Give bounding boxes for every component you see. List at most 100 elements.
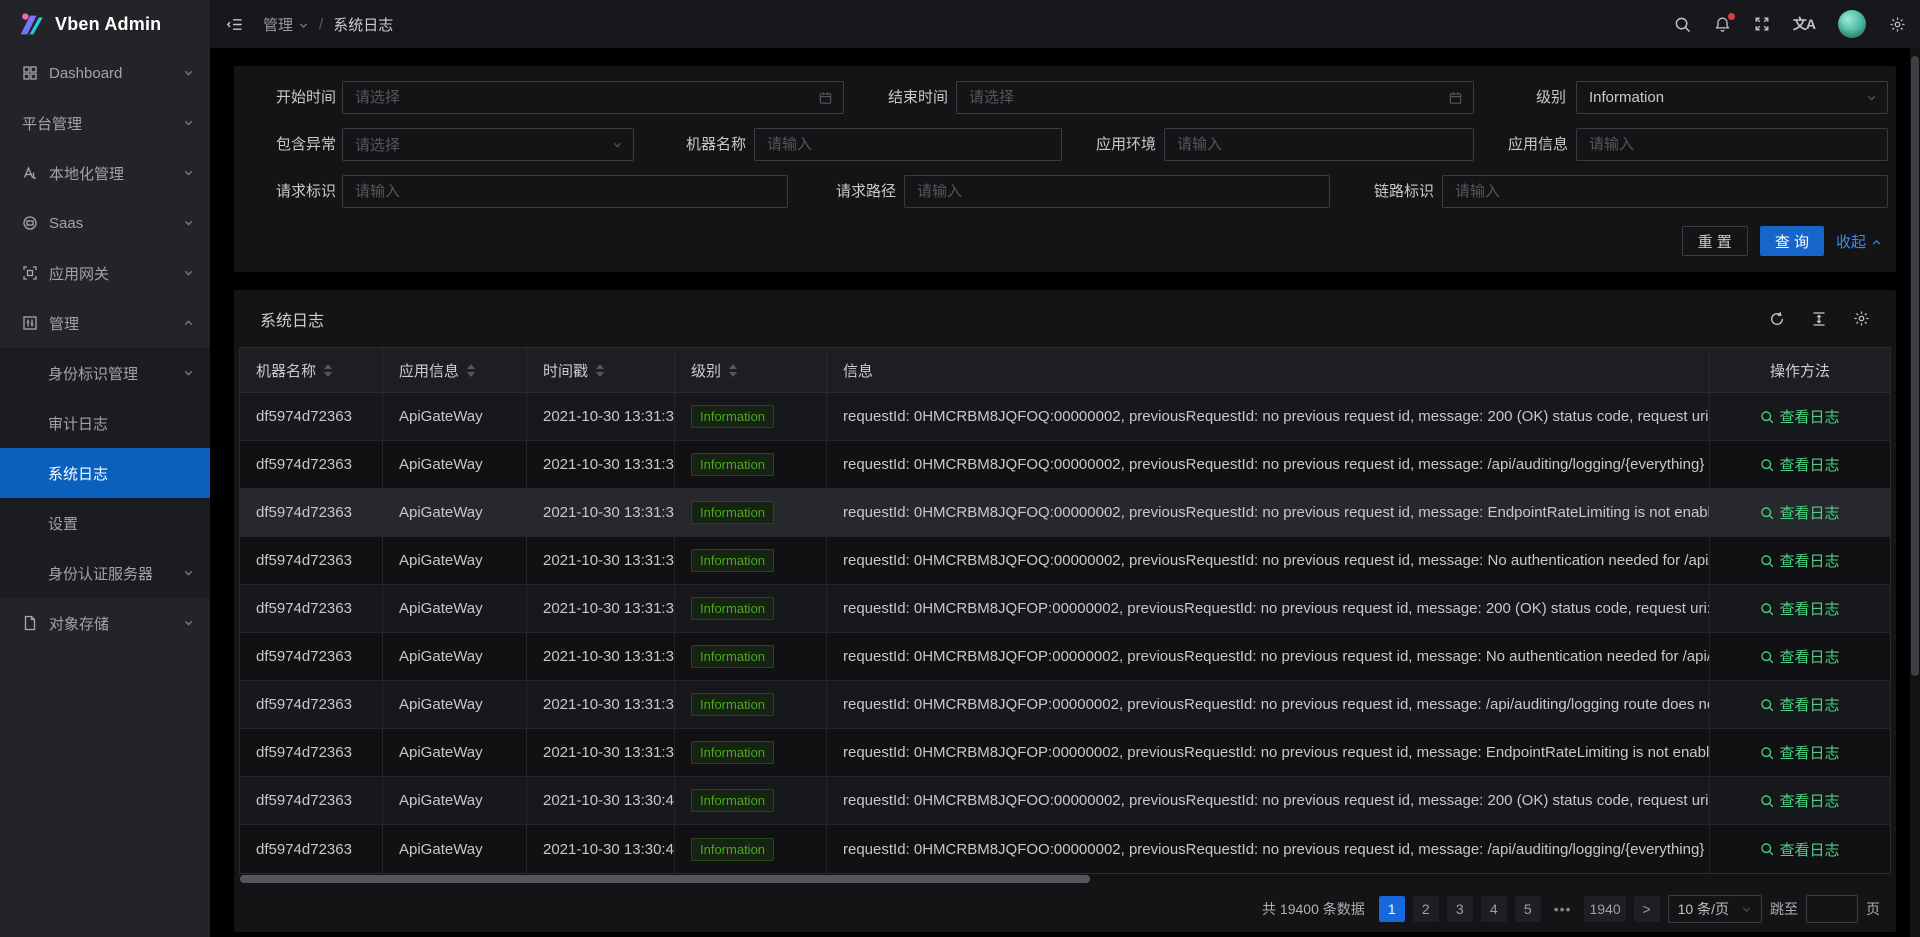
sidebar: Vben Admin Dashboard平台管理本地化管理Saas应用网关管理身… [0, 0, 210, 937]
message-text: requestId: 0HMCRBM8JQFOQ:00000002, previ… [843, 552, 1710, 569]
pagination-pages: 12345•••1940 [1379, 896, 1626, 922]
view-log-link[interactable]: 查看日志 [1760, 646, 1839, 667]
app-cell: ApiGateWay [383, 825, 527, 873]
search-button[interactable]: 查 询 [1760, 226, 1824, 256]
sidebar-item-dashboard[interactable]: Dashboard [0, 48, 210, 98]
request-path-input[interactable] [904, 175, 1330, 208]
level-badge: Information [691, 597, 774, 620]
collapse-button[interactable]: 收起 [1836, 231, 1882, 252]
row-height-icon[interactable] [1811, 311, 1827, 327]
sidebar-item-system-log[interactable]: 系统日志 [0, 448, 210, 498]
sort-icon[interactable] [467, 364, 475, 377]
avatar[interactable] [1838, 10, 1866, 38]
chevron-down-icon [1866, 92, 1877, 103]
app-title: Vben Admin [55, 14, 161, 35]
column-header-timestamp[interactable]: 时间戳 [527, 348, 675, 392]
end-time-input[interactable] [956, 81, 1474, 114]
actions-cell: 查看日志 [1710, 393, 1890, 440]
page-button-3[interactable]: 3 [1447, 896, 1473, 922]
sidebar-item-settings[interactable]: 设置 [0, 498, 210, 548]
sidebar-item-audit-log[interactable]: 审计日志 [0, 398, 210, 448]
sidebar-item-label: 本地化管理 [49, 163, 124, 184]
jump-prefix-label: 跳至 [1770, 899, 1798, 919]
page-button-1940[interactable]: 1940 [1584, 896, 1625, 922]
level-badge: Information [691, 741, 774, 764]
page-button-2[interactable]: 2 [1413, 896, 1439, 922]
sort-icon[interactable] [324, 364, 332, 377]
breadcrumb-section[interactable]: 管理 [263, 14, 309, 35]
page-button-4[interactable]: 4 [1481, 896, 1507, 922]
sidebar-item-identity-mgmt[interactable]: 身份标识管理 [0, 348, 210, 398]
sidebar-item-auth-server[interactable]: 身份认证服务器 [0, 548, 210, 598]
view-log-link[interactable]: 查看日志 [1760, 598, 1839, 619]
view-log-link[interactable]: 查看日志 [1760, 790, 1839, 811]
message-cell: requestId: 0HMCRBM8JQFOQ:00000002, previ… [827, 393, 1710, 440]
next-page-button[interactable]: > [1634, 896, 1660, 922]
sidebar-item-saas[interactable]: Saas [0, 198, 210, 248]
refresh-icon[interactable] [1769, 311, 1785, 327]
settings-gear-icon[interactable] [1889, 16, 1906, 33]
search-icon[interactable] [1674, 16, 1691, 33]
view-log-link[interactable]: 查看日志 [1760, 694, 1839, 715]
view-log-label: 查看日志 [1779, 406, 1839, 427]
trace-id-label: 链路标识 [1342, 175, 1434, 208]
view-log-link[interactable]: 查看日志 [1760, 550, 1839, 571]
vertical-scrollbar-thumb[interactable] [1911, 56, 1919, 676]
sidebar-item-manage[interactable]: 管理 [0, 298, 210, 348]
reset-button[interactable]: 重 置 [1682, 226, 1748, 256]
machine-name-label: 机器名称 [654, 128, 746, 161]
column-header-app[interactable]: 应用信息 [383, 348, 527, 392]
translate-icon[interactable]: 文A [1793, 14, 1815, 34]
level-select[interactable]: Information [1576, 81, 1888, 114]
view-log-link[interactable]: 查看日志 [1760, 742, 1839, 763]
column-label: 应用信息 [399, 360, 459, 381]
request-id-input[interactable] [342, 175, 788, 208]
message-text: requestId: 0HMCRBM8JQFOP:00000002, previ… [843, 744, 1710, 761]
app-logo-row[interactable]: Vben Admin [0, 0, 210, 48]
jump-page-input[interactable] [1806, 895, 1858, 923]
sidebar-item-app-gateway[interactable]: 应用网关 [0, 248, 210, 298]
column-header-level[interactable]: 级别 [675, 348, 827, 392]
notifications-button[interactable] [1714, 16, 1731, 33]
column-settings-icon[interactable] [1853, 310, 1870, 327]
sidebar-collapse-icon[interactable] [226, 16, 243, 33]
timestamp-cell: 2021-10-30 13:31:38 [527, 393, 675, 440]
page-button-5[interactable]: 5 [1515, 896, 1541, 922]
app-env-input[interactable] [1164, 128, 1474, 161]
has-exception-select[interactable]: 请选择 [342, 128, 634, 161]
column-label: 时间戳 [543, 360, 588, 381]
machine-cell: df5974d72363 [240, 537, 383, 584]
fullscreen-icon[interactable] [1754, 16, 1770, 32]
sidebar-item-platform-mgmt[interactable]: 平台管理 [0, 98, 210, 148]
machine-cell: df5974d72363 [240, 489, 383, 536]
view-log-label: 查看日志 [1779, 742, 1839, 763]
machine-name-input[interactable] [754, 128, 1062, 161]
view-log-link[interactable]: 查看日志 [1760, 454, 1839, 475]
page-size-select[interactable]: 10 条/页 [1668, 895, 1762, 923]
jump-suffix-label: 页 [1866, 899, 1880, 919]
sidebar-item-object-storage[interactable]: 对象存储 [0, 598, 210, 648]
horizontal-scrollbar-thumb[interactable] [240, 875, 1090, 883]
page-button-1[interactable]: 1 [1379, 896, 1405, 922]
app-cell: ApiGateWay [383, 489, 527, 536]
sort-icon[interactable] [729, 364, 737, 377]
view-log-link[interactable]: 查看日志 [1760, 839, 1839, 860]
view-log-link[interactable]: 查看日志 [1760, 502, 1839, 523]
manage-icon [22, 315, 39, 332]
view-log-link[interactable]: 查看日志 [1760, 406, 1839, 427]
column-header-machine[interactable]: 机器名称 [240, 348, 383, 392]
app-info-input[interactable] [1576, 128, 1888, 161]
level-cell: Information [675, 777, 827, 824]
trace-id-input[interactable] [1442, 175, 1888, 208]
log-table-panel: 系统日志 机器名称应用信息时间戳级别信息操作方法 df5974d72363Api… [234, 290, 1896, 932]
table-card-header: 系统日志 [234, 290, 1896, 347]
vertical-scrollbar[interactable] [1910, 48, 1920, 937]
sidebar-item-localization[interactable]: 本地化管理 [0, 148, 210, 198]
table-body: df5974d72363ApiGateWay2021-10-30 13:31:3… [240, 393, 1890, 873]
table-row: df5974d72363ApiGateWay2021-10-30 13:31:3… [240, 489, 1890, 537]
start-time-input[interactable] [342, 81, 844, 114]
message-cell: requestId: 0HMCRBM8JQFOP:00000002, previ… [827, 633, 1710, 680]
sort-icon[interactable] [596, 364, 604, 377]
message-cell: requestId: 0HMCRBM8JQFOQ:00000002, previ… [827, 441, 1710, 488]
level-badge: Information [691, 549, 774, 572]
